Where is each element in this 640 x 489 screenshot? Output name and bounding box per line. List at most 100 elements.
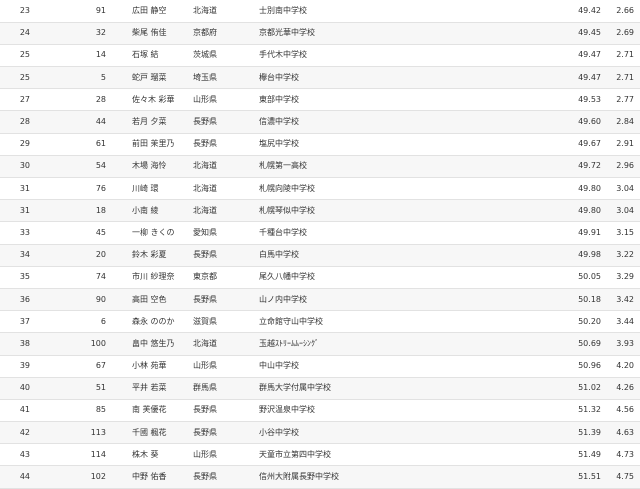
time-cell: 50.18	[565, 288, 601, 312]
gap-cell: 2.66	[601, 0, 640, 23]
athlete-name-cell: 小南 綾	[106, 199, 193, 223]
table-row: 41 85 南 芙優花 長野県 野沢温泉中学校 51.32 4.56	[0, 399, 640, 423]
table-row: 24 32 柴尾 侑佳 京都府 京都光華中学校 49.45 2.69	[0, 22, 640, 45]
prefecture-cell: 京都府	[193, 22, 259, 45]
athlete-name-cell: 鈴木 彩夏	[106, 244, 193, 267]
time-cell: 49.47	[565, 66, 601, 90]
school-cell: 山ノ内中学校	[259, 288, 565, 312]
school-cell: 京都光華中学校	[259, 22, 565, 45]
rank-cell: 41	[0, 399, 68, 423]
table-row: 29 61 前田 茉里乃 長野県 塩尻中学校 49.67 2.91	[0, 133, 640, 156]
bib-number-cell: 18	[68, 199, 106, 223]
bib-number-cell: 45	[68, 221, 106, 245]
school-cell: 信濃中学校	[259, 110, 565, 134]
rank-cell: 33	[0, 221, 68, 245]
prefecture-cell: 長野県	[193, 244, 259, 267]
time-cell: 51.32	[565, 399, 601, 423]
school-cell: 手代木中学校	[259, 44, 565, 68]
rank-cell: 43	[0, 443, 68, 467]
bib-number-cell: 85	[68, 399, 106, 423]
time-cell: 49.60	[565, 110, 601, 134]
time-cell: 49.42	[565, 0, 601, 23]
school-cell: 千種台中学校	[259, 221, 565, 245]
prefecture-cell: 愛知県	[193, 221, 259, 245]
athlete-name-cell: 若月 夕菜	[106, 110, 193, 134]
table-row: 38 100 畠中 悠生乃 北海道 玉越ｽﾄﾘｰﾑﾑｰｼﾝｸﾞ 50.69 3.…	[0, 332, 640, 356]
athlete-name-cell: 株木 葵	[106, 443, 193, 467]
time-cell: 51.39	[565, 421, 601, 445]
time-cell: 51.49	[565, 443, 601, 467]
table-row: 37 6 森永 ののか 滋賀県 立命館守山中学校 50.20 3.44	[0, 310, 640, 334]
athlete-name-cell: 森永 ののか	[106, 310, 193, 334]
bib-number-cell: 114	[68, 443, 106, 467]
school-cell: 小谷中学校	[259, 421, 565, 445]
rank-cell: 31	[0, 199, 68, 223]
gap-cell: 2.84	[601, 110, 640, 134]
athlete-name-cell: 蛇戸 瑠菜	[106, 66, 193, 90]
school-cell: 天童市立第四中学校	[259, 443, 565, 467]
rank-cell: 35	[0, 266, 68, 289]
rank-cell: 24	[0, 22, 68, 45]
rank-cell: 29	[0, 133, 68, 156]
rank-cell: 39	[0, 355, 68, 378]
prefecture-cell: 群馬県	[193, 377, 259, 400]
prefecture-cell: 山形県	[193, 355, 259, 378]
athlete-name-cell: 千國 楓花	[106, 421, 193, 445]
rank-cell: 23	[0, 0, 68, 23]
bib-number-cell: 54	[68, 155, 106, 179]
prefecture-cell: 北海道	[193, 199, 259, 223]
bib-number-cell: 28	[68, 88, 106, 112]
school-cell: 札幌向陵中学校	[259, 177, 565, 201]
gap-cell: 3.42	[601, 288, 640, 312]
prefecture-cell: 茨城県	[193, 44, 259, 68]
athlete-name-cell: 木場 海怜	[106, 155, 193, 179]
gap-cell: 3.93	[601, 332, 640, 356]
gap-cell: 4.63	[601, 421, 640, 445]
gap-cell: 2.91	[601, 133, 640, 156]
rank-cell: 42	[0, 421, 68, 445]
rank-cell: 30	[0, 155, 68, 179]
time-cell: 51.02	[565, 377, 601, 400]
time-cell: 50.20	[565, 310, 601, 334]
gap-cell: 2.96	[601, 155, 640, 179]
prefecture-cell: 長野県	[193, 288, 259, 312]
prefecture-cell: 長野県	[193, 110, 259, 134]
results-table: 23 91 広田 静空 北海道 士別南中学校 49.42 2.66 24 32 …	[0, 0, 640, 489]
athlete-name-cell: 一柳 きくの	[106, 221, 193, 245]
school-cell: 野沢温泉中学校	[259, 399, 565, 423]
school-cell: 玉越ｽﾄﾘｰﾑﾑｰｼﾝｸﾞ	[259, 332, 565, 356]
gap-cell: 4.73	[601, 443, 640, 467]
athlete-name-cell: 前田 茉里乃	[106, 133, 193, 156]
time-cell: 51.51	[565, 465, 601, 489]
bib-number-cell: 102	[68, 465, 106, 489]
table-row: 33 45 一柳 きくの 愛知県 千種台中学校 49.91 3.15	[0, 221, 640, 245]
time-cell: 50.05	[565, 266, 601, 289]
rank-cell: 36	[0, 288, 68, 312]
prefecture-cell: 長野県	[193, 421, 259, 445]
time-cell: 50.69	[565, 332, 601, 356]
time-cell: 49.80	[565, 177, 601, 201]
rank-cell: 38	[0, 332, 68, 356]
school-cell: 士別南中学校	[259, 0, 565, 23]
bib-number-cell: 100	[68, 332, 106, 356]
table-row: 43 114 株木 葵 山形県 天童市立第四中学校 51.49 4.73	[0, 443, 640, 467]
prefecture-cell: 埼玉県	[193, 66, 259, 90]
time-cell: 49.98	[565, 244, 601, 267]
prefecture-cell: 北海道	[193, 332, 259, 356]
athlete-name-cell: 畠中 悠生乃	[106, 332, 193, 356]
table-row: 31 76 川崎 環 北海道 札幌向陵中学校 49.80 3.04	[0, 177, 640, 201]
time-cell: 49.53	[565, 88, 601, 112]
gap-cell: 2.71	[601, 66, 640, 90]
bib-number-cell: 5	[68, 66, 106, 90]
school-cell: 札幌琴似中学校	[259, 199, 565, 223]
prefecture-cell: 長野県	[193, 465, 259, 489]
gap-cell: 3.29	[601, 266, 640, 289]
gap-cell: 4.56	[601, 399, 640, 423]
gap-cell: 2.71	[601, 44, 640, 68]
gap-cell: 3.44	[601, 310, 640, 334]
athlete-name-cell: 柴尾 侑佳	[106, 22, 193, 45]
athlete-name-cell: 小林 苑華	[106, 355, 193, 378]
table-row: 36 90 高田 空色 長野県 山ノ内中学校 50.18 3.42	[0, 288, 640, 312]
gap-cell: 3.04	[601, 177, 640, 201]
athlete-name-cell: 市川 紗理奈	[106, 266, 193, 289]
